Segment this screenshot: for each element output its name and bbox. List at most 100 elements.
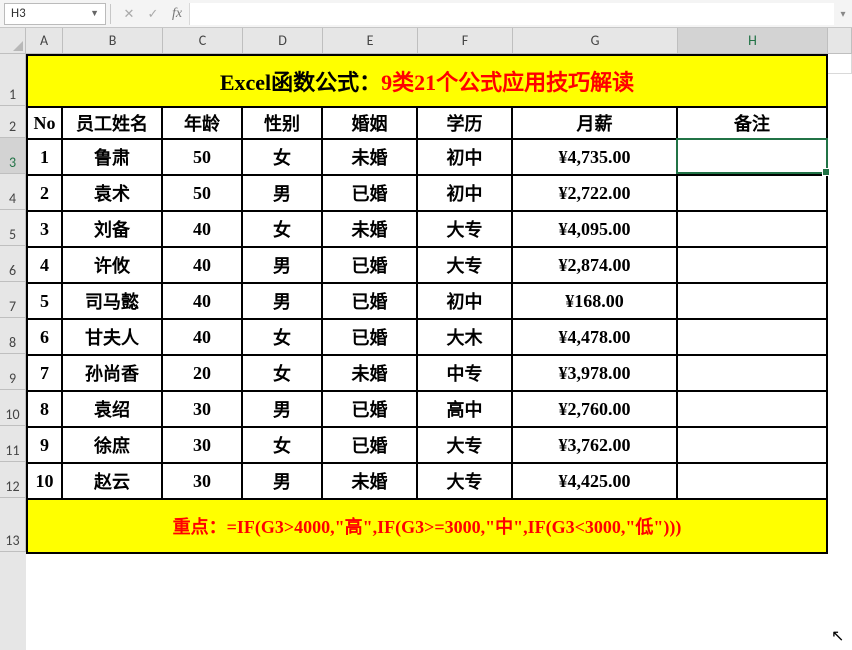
hdr-salary[interactable]: 月薪 <box>513 108 678 140</box>
row-head-2[interactable]: 2 <box>0 106 26 138</box>
cell-age[interactable]: 40 <box>163 284 243 320</box>
cell-name[interactable]: 孙尚香 <box>63 356 163 392</box>
hdr-marital[interactable]: 婚姻 <box>323 108 418 140</box>
cell-edu[interactable]: 大专 <box>418 248 513 284</box>
grid-area[interactable]: Excel函数公式：9类21个公式应用技巧解读 No 员工姓名 年龄 性别 婚姻… <box>26 54 852 650</box>
cell-age[interactable]: 50 <box>163 140 243 176</box>
cell-gender[interactable]: 男 <box>243 464 323 500</box>
cell-age[interactable]: 30 <box>163 428 243 464</box>
cell-note[interactable] <box>678 176 828 212</box>
col-head-G[interactable]: G <box>513 28 678 54</box>
cell-name[interactable]: 刘备 <box>63 212 163 248</box>
cell-name[interactable]: 甘夫人 <box>63 320 163 356</box>
cell-name[interactable]: 赵云 <box>63 464 163 500</box>
row-head-5[interactable]: 5 <box>0 210 26 246</box>
cell-salary[interactable]: ¥3,762.00 <box>513 428 678 464</box>
col-head-B[interactable]: B <box>63 28 163 54</box>
cell-no[interactable]: 2 <box>28 176 63 212</box>
cell-no[interactable]: 6 <box>28 320 63 356</box>
col-head-E[interactable]: E <box>323 28 418 54</box>
cell-note[interactable] <box>678 464 828 500</box>
cell-marital[interactable]: 未婚 <box>323 212 418 248</box>
row-head-13[interactable]: 13 <box>0 498 26 552</box>
cell-edu[interactable]: 中专 <box>418 356 513 392</box>
cell-marital[interactable]: 已婚 <box>323 392 418 428</box>
cell-age[interactable]: 40 <box>163 212 243 248</box>
row-head-8[interactable]: 8 <box>0 318 26 354</box>
cell-name[interactable]: 袁绍 <box>63 392 163 428</box>
name-box[interactable]: H3 ▼ <box>4 3 106 25</box>
cell-edu[interactable]: 初中 <box>418 140 513 176</box>
cell-note[interactable] <box>678 428 828 464</box>
cell-no[interactable]: 1 <box>28 140 63 176</box>
cell-marital[interactable]: 未婚 <box>323 140 418 176</box>
cell-salary[interactable]: ¥2,874.00 <box>513 248 678 284</box>
cell-marital[interactable]: 已婚 <box>323 176 418 212</box>
cell-gender[interactable]: 女 <box>243 428 323 464</box>
cell-marital[interactable]: 已婚 <box>323 284 418 320</box>
cell-gender[interactable]: 男 <box>243 248 323 284</box>
row-head-4[interactable]: 4 <box>0 174 26 210</box>
cell-no[interactable]: 9 <box>28 428 63 464</box>
cell-salary[interactable]: ¥3,978.00 <box>513 356 678 392</box>
cell-name[interactable]: 司马懿 <box>63 284 163 320</box>
cell-gender[interactable]: 男 <box>243 392 323 428</box>
cell-note[interactable] <box>678 320 828 356</box>
cell-bg[interactable] <box>828 54 852 74</box>
cell-salary[interactable]: ¥4,735.00 <box>513 140 678 176</box>
cell-edu[interactable]: 高中 <box>418 392 513 428</box>
col-head-A[interactable]: A <box>26 28 63 54</box>
row-head-3[interactable]: 3 <box>0 138 26 174</box>
hdr-edu[interactable]: 学历 <box>418 108 513 140</box>
cell-edu[interactable]: 大专 <box>418 212 513 248</box>
col-head-H[interactable]: H <box>678 28 828 54</box>
cell-no[interactable]: 3 <box>28 212 63 248</box>
hdr-age[interactable]: 年龄 <box>163 108 243 140</box>
cell-salary[interactable]: ¥2,760.00 <box>513 392 678 428</box>
cell-edu[interactable]: 初中 <box>418 284 513 320</box>
cell-gender[interactable]: 女 <box>243 140 323 176</box>
cell-salary[interactable]: ¥4,478.00 <box>513 320 678 356</box>
cell-age[interactable]: 20 <box>163 356 243 392</box>
cell-name[interactable]: 徐庶 <box>63 428 163 464</box>
hdr-no[interactable]: No <box>28 108 63 140</box>
confirm-icon[interactable]: ✓ <box>141 6 165 22</box>
hdr-gender[interactable]: 性别 <box>243 108 323 140</box>
cell-note[interactable] <box>678 212 828 248</box>
cell-age[interactable]: 40 <box>163 248 243 284</box>
cell-gender[interactable]: 女 <box>243 212 323 248</box>
fx-icon[interactable]: fx <box>165 6 189 22</box>
row-head-11[interactable]: 11 <box>0 426 26 462</box>
name-box-dropdown-icon[interactable]: ▼ <box>90 8 99 19</box>
col-head-C[interactable]: C <box>163 28 243 54</box>
hdr-note[interactable]: 备注 <box>678 108 828 140</box>
cell-gender[interactable]: 男 <box>243 176 323 212</box>
select-all-corner[interactable] <box>0 28 26 54</box>
row-head-9[interactable]: 9 <box>0 354 26 390</box>
cell-edu[interactable]: 大木 <box>418 320 513 356</box>
cell-note[interactable] <box>678 248 828 284</box>
hdr-name[interactable]: 员工姓名 <box>63 108 163 140</box>
row-head-10[interactable]: 10 <box>0 390 26 426</box>
cell-no[interactable]: 7 <box>28 356 63 392</box>
row-head-6[interactable]: 6 <box>0 246 26 282</box>
cell-note[interactable] <box>678 356 828 392</box>
cell-marital[interactable]: 未婚 <box>323 356 418 392</box>
cell-edu[interactable]: 大专 <box>418 428 513 464</box>
expand-formula-bar-icon[interactable]: ▾ <box>834 7 852 20</box>
formula-input[interactable] <box>189 3 834 25</box>
cell-name[interactable]: 许攸 <box>63 248 163 284</box>
cell-gender[interactable]: 男 <box>243 284 323 320</box>
cell-note[interactable] <box>678 392 828 428</box>
col-head-extra[interactable] <box>828 28 852 54</box>
cell-no[interactable]: 4 <box>28 248 63 284</box>
cell-no[interactable]: 10 <box>28 464 63 500</box>
cell-age[interactable]: 40 <box>163 320 243 356</box>
row-head-12[interactable]: 12 <box>0 462 26 498</box>
cell-no[interactable]: 8 <box>28 392 63 428</box>
cell-no[interactable]: 5 <box>28 284 63 320</box>
cell-salary[interactable]: ¥168.00 <box>513 284 678 320</box>
row-head-7[interactable]: 7 <box>0 282 26 318</box>
cell-gender[interactable]: 女 <box>243 320 323 356</box>
cell-edu[interactable]: 初中 <box>418 176 513 212</box>
